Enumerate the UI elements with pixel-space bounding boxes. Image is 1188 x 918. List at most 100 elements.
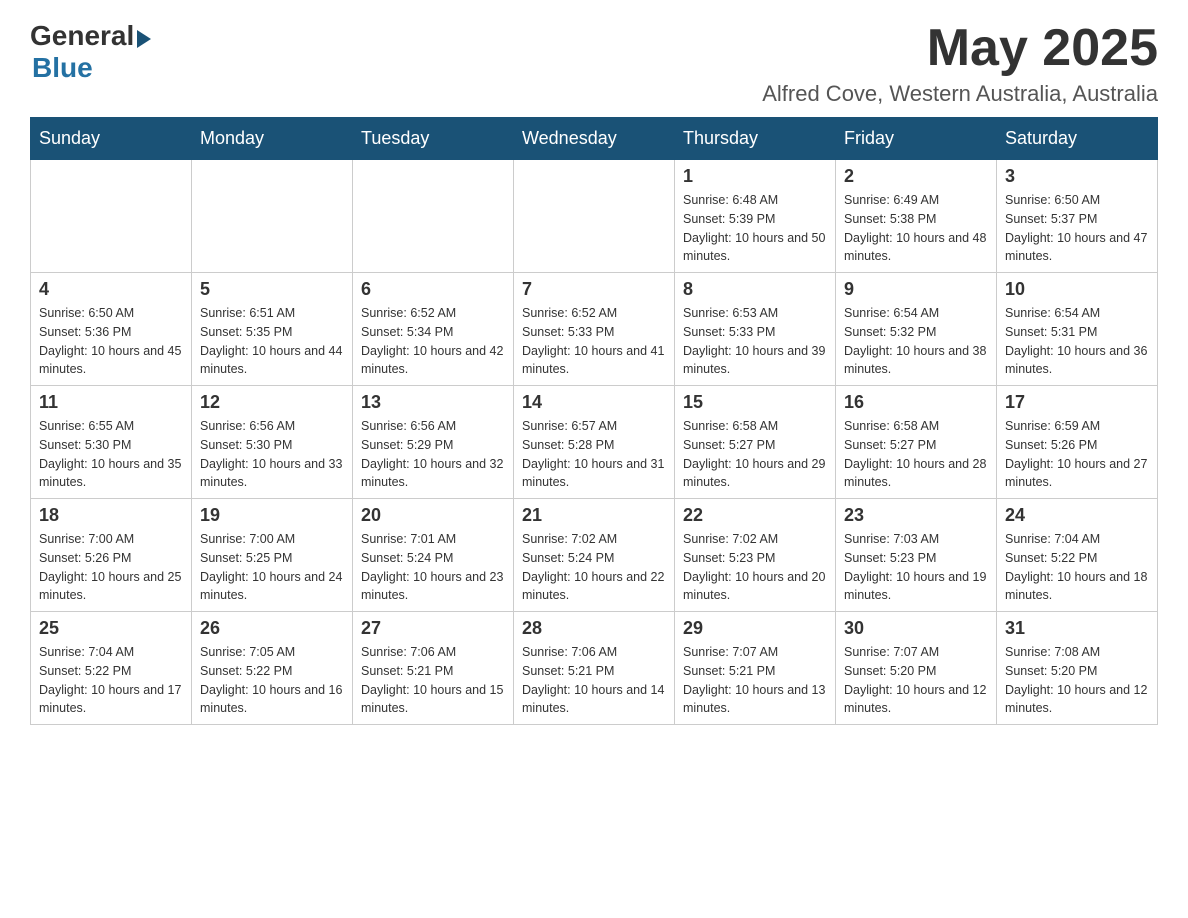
calendar-week-row: 25Sunrise: 7:04 AMSunset: 5:22 PMDayligh…	[31, 612, 1158, 725]
table-row: 12 Sunrise: 6:56 AMSunset: 5:30 PMDayligh…	[192, 386, 353, 499]
day-number: 1	[683, 166, 827, 187]
day-info: Sunrise: 6:59 AMSunset: 5:26 PMDaylight:…	[1005, 417, 1149, 492]
day-number: 7	[522, 279, 666, 300]
month-year-title: May 2025	[762, 20, 1158, 77]
day-number: 20	[361, 505, 505, 526]
day-info: Sunrise: 7:02 AMSunset: 5:24 PMDaylight:…	[522, 530, 666, 605]
table-row	[31, 160, 192, 273]
table-row: 6 Sunrise: 6:52 AMSunset: 5:34 PMDaylight…	[353, 273, 514, 386]
day-number: 24	[1005, 505, 1149, 526]
day-info: Sunrise: 7:02 AMSunset: 5:23 PMDaylight:…	[683, 530, 827, 605]
calendar-week-row: 11Sunrise: 6:55 AMSunset: 5:30 PMDayligh…	[31, 386, 1158, 499]
day-number: 9	[844, 279, 988, 300]
calendar-week-row: 1 Sunrise: 6:48 AMSunset: 5:39 PMDaylight…	[31, 160, 1158, 273]
day-info: Sunrise: 6:48 AMSunset: 5:39 PMDaylight:…	[683, 191, 827, 266]
header-wednesday: Wednesday	[514, 118, 675, 160]
day-number: 3	[1005, 166, 1149, 187]
table-row: 20 Sunrise: 7:01 AMSunset: 5:24 PMDayligh…	[353, 499, 514, 612]
logo-text-blue: Blue	[32, 52, 93, 84]
day-number: 10	[1005, 279, 1149, 300]
table-row	[192, 160, 353, 273]
table-row: 1 Sunrise: 6:48 AMSunset: 5:39 PMDaylight…	[675, 160, 836, 273]
logo-text-general: General	[30, 20, 134, 52]
table-row: 5Sunrise: 6:51 AMSunset: 5:35 PMDaylight…	[192, 273, 353, 386]
table-row: 14 Sunrise: 6:57 AMSunset: 5:28 PMDayligh…	[514, 386, 675, 499]
table-row: 21 Sunrise: 7:02 AMSunset: 5:24 PMDayligh…	[514, 499, 675, 612]
day-info: Sunrise: 6:56 AMSunset: 5:30 PMDaylight:…	[200, 417, 344, 492]
table-row: 9 Sunrise: 6:54 AMSunset: 5:32 PMDaylight…	[836, 273, 997, 386]
table-row: 30Sunrise: 7:07 AMSunset: 5:20 PMDayligh…	[836, 612, 997, 725]
day-number: 25	[39, 618, 183, 639]
table-row: 4Sunrise: 6:50 AMSunset: 5:36 PMDaylight…	[31, 273, 192, 386]
day-number: 5	[200, 279, 344, 300]
table-row: 27 Sunrise: 7:06 AMSunset: 5:21 PMDayligh…	[353, 612, 514, 725]
table-row: 31Sunrise: 7:08 AMSunset: 5:20 PMDayligh…	[997, 612, 1158, 725]
header-tuesday: Tuesday	[353, 118, 514, 160]
day-info: Sunrise: 7:03 AMSunset: 5:23 PMDaylight:…	[844, 530, 988, 605]
day-info: Sunrise: 6:52 AMSunset: 5:33 PMDaylight:…	[522, 304, 666, 379]
calendar-header-row: Sunday Monday Tuesday Wednesday Thursday…	[31, 118, 1158, 160]
day-number: 12	[200, 392, 344, 413]
table-row: 19 Sunrise: 7:00 AMSunset: 5:25 PMDayligh…	[192, 499, 353, 612]
day-info: Sunrise: 6:54 AMSunset: 5:32 PMDaylight:…	[844, 304, 988, 379]
location-subtitle: Alfred Cove, Western Australia, Australi…	[762, 81, 1158, 107]
header-sunday: Sunday	[31, 118, 192, 160]
calendar-week-row: 18 Sunrise: 7:00 AMSunset: 5:26 PMDayligh…	[31, 499, 1158, 612]
header-thursday: Thursday	[675, 118, 836, 160]
header-friday: Friday	[836, 118, 997, 160]
day-info: Sunrise: 7:06 AMSunset: 5:21 PMDaylight:…	[522, 643, 666, 718]
day-number: 22	[683, 505, 827, 526]
day-number: 26	[200, 618, 344, 639]
day-info: Sunrise: 6:56 AMSunset: 5:29 PMDaylight:…	[361, 417, 505, 492]
day-info: Sunrise: 6:50 AMSunset: 5:37 PMDaylight:…	[1005, 191, 1149, 266]
table-row: 13Sunrise: 6:56 AMSunset: 5:29 PMDayligh…	[353, 386, 514, 499]
day-info: Sunrise: 7:05 AMSunset: 5:22 PMDaylight:…	[200, 643, 344, 718]
table-row	[514, 160, 675, 273]
day-number: 30	[844, 618, 988, 639]
table-row: 10 Sunrise: 6:54 AMSunset: 5:31 PMDayligh…	[997, 273, 1158, 386]
day-info: Sunrise: 7:00 AMSunset: 5:26 PMDaylight:…	[39, 530, 183, 605]
table-row: 8 Sunrise: 6:53 AMSunset: 5:33 PMDaylight…	[675, 273, 836, 386]
calendar-table: Sunday Monday Tuesday Wednesday Thursday…	[30, 117, 1158, 725]
day-info: Sunrise: 6:58 AMSunset: 5:27 PMDaylight:…	[844, 417, 988, 492]
calendar-week-row: 4Sunrise: 6:50 AMSunset: 5:36 PMDaylight…	[31, 273, 1158, 386]
day-number: 23	[844, 505, 988, 526]
table-row: 24 Sunrise: 7:04 AMSunset: 5:22 PMDayligh…	[997, 499, 1158, 612]
logo-triangle-icon	[137, 30, 151, 48]
table-row: 7 Sunrise: 6:52 AMSunset: 5:33 PMDaylight…	[514, 273, 675, 386]
table-row: 3 Sunrise: 6:50 AMSunset: 5:37 PMDaylight…	[997, 160, 1158, 273]
day-info: Sunrise: 6:49 AMSunset: 5:38 PMDaylight:…	[844, 191, 988, 266]
header-saturday: Saturday	[997, 118, 1158, 160]
day-number: 4	[39, 279, 183, 300]
day-number: 14	[522, 392, 666, 413]
day-info: Sunrise: 6:54 AMSunset: 5:31 PMDaylight:…	[1005, 304, 1149, 379]
day-number: 29	[683, 618, 827, 639]
day-number: 21	[522, 505, 666, 526]
day-number: 27	[361, 618, 505, 639]
day-info: Sunrise: 6:55 AMSunset: 5:30 PMDaylight:…	[39, 417, 183, 492]
day-info: Sunrise: 7:01 AMSunset: 5:24 PMDaylight:…	[361, 530, 505, 605]
table-row	[353, 160, 514, 273]
day-info: Sunrise: 6:53 AMSunset: 5:33 PMDaylight:…	[683, 304, 827, 379]
day-number: 8	[683, 279, 827, 300]
day-info: Sunrise: 6:57 AMSunset: 5:28 PMDaylight:…	[522, 417, 666, 492]
table-row: 26 Sunrise: 7:05 AMSunset: 5:22 PMDayligh…	[192, 612, 353, 725]
day-number: 17	[1005, 392, 1149, 413]
day-info: Sunrise: 6:52 AMSunset: 5:34 PMDaylight:…	[361, 304, 505, 379]
day-number: 6	[361, 279, 505, 300]
header-monday: Monday	[192, 118, 353, 160]
day-number: 16	[844, 392, 988, 413]
day-info: Sunrise: 7:04 AMSunset: 5:22 PMDaylight:…	[1005, 530, 1149, 605]
day-number: 18	[39, 505, 183, 526]
day-number: 15	[683, 392, 827, 413]
day-info: Sunrise: 7:00 AMSunset: 5:25 PMDaylight:…	[200, 530, 344, 605]
day-info: Sunrise: 7:07 AMSunset: 5:21 PMDaylight:…	[683, 643, 827, 718]
day-number: 2	[844, 166, 988, 187]
table-row: 23 Sunrise: 7:03 AMSunset: 5:23 PMDayligh…	[836, 499, 997, 612]
day-number: 19	[200, 505, 344, 526]
table-row: 17 Sunrise: 6:59 AMSunset: 5:26 PMDayligh…	[997, 386, 1158, 499]
table-row: 29 Sunrise: 7:07 AMSunset: 5:21 PMDayligh…	[675, 612, 836, 725]
table-row: 25Sunrise: 7:04 AMSunset: 5:22 PMDayligh…	[31, 612, 192, 725]
day-info: Sunrise: 7:06 AMSunset: 5:21 PMDaylight:…	[361, 643, 505, 718]
logo: General Blue	[30, 20, 151, 84]
